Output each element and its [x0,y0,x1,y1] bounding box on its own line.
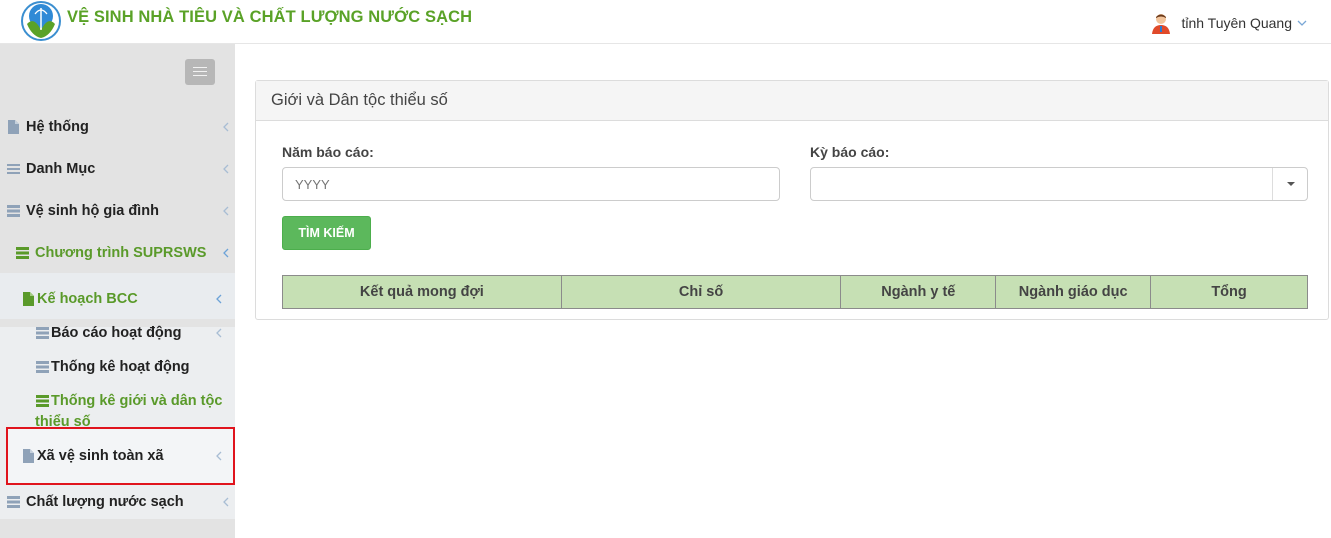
period-select[interactable] [810,167,1308,201]
chevron-left-icon [223,497,229,507]
app-title: VỆ SINH NHÀ TIÊU VÀ CHẤT LƯỢNG NƯỚC SẠCH [67,8,473,26]
server-icon [7,496,20,508]
chevron-left-icon [223,248,229,258]
chevron-left-icon [216,451,222,461]
period-label: Kỳ báo cáo: [810,144,890,160]
sidebar-item-ve-sinh-ho-gia-dinh[interactable]: Vệ sinh hộ gia đình [0,200,235,222]
sidebar-item-label: Thống kê hoạt động [51,359,190,375]
sidebar-item-label: Xã vệ sinh toàn xã [37,448,164,464]
file-icon [8,120,19,134]
sidebar-item-thong-ke-gioi-dan-toc-line2[interactable]: thiểu số [0,411,235,433]
file-icon [23,449,34,463]
report-panel: Giới và Dân tộc thiểu số Năm báo cáo: Kỳ… [255,80,1329,320]
sidebar-item-label: thiểu số [35,414,91,430]
server-icon [36,327,49,339]
server-icon [16,247,29,259]
sidebar-item-chuong-trinh-suprsws[interactable]: Chương trình SUPRSWS [0,242,235,264]
sidebar-item-label: Hệ thống [26,119,89,135]
sidebar-item-label: Thống kê giới và dân tộc [51,393,223,409]
top-header: VỆ SINH NHÀ TIÊU VÀ CHẤT LƯỢNG NƯỚC SẠCH… [0,0,1331,44]
sidebar-item-chat-luong-nuoc-sach[interactable]: Chất lượng nước sạch [0,491,235,513]
server-icon [7,205,20,217]
chevron-left-icon [223,206,229,216]
logo-icon [21,1,61,41]
sidebar-item-xa-ve-sinh-toan-xa[interactable]: Xã vệ sinh toàn xã [0,445,235,467]
list-icon [7,164,20,174]
column-header[interactable]: Tổng [1150,275,1308,309]
search-button[interactable]: TÌM KIẾM [282,216,371,250]
file-icon [23,292,34,306]
sidebar-item-label: Danh Mục [26,161,96,177]
user-avatar-icon [1152,14,1171,34]
column-header[interactable]: Ngành giáo dục [995,275,1152,309]
column-header[interactable]: Ngành y tế [840,275,997,309]
chevron-left-icon [216,328,222,338]
sidebar-toggle-button[interactable] [185,59,215,85]
sidebar-item-he-thong[interactable]: Hệ thống [0,116,235,138]
sidebar-item-danh-muc[interactable]: Danh Mục [0,158,235,180]
table-header-row: Kết quả mong đợi Chỉ số Ngành y tế Ngành… [282,275,1308,309]
user-menu[interactable]: tỉnh Tuyên Quang [1150,12,1307,34]
column-header[interactable]: Kết quả mong đợi [282,275,562,309]
year-label: Năm báo cáo: [282,144,374,160]
sidebar-item-label: Chất lượng nước sạch [26,494,184,510]
sidebar-item-thong-ke-hoat-dong[interactable]: Thống kê hoạt động [0,356,235,378]
chevron-left-icon [223,164,229,174]
sidebar-item-label: Chương trình SUPRSWS [35,245,207,261]
year-input[interactable] [282,167,780,201]
dropdown-arrow-icon[interactable] [1272,168,1307,200]
sidebar: Hệ thống Danh Mục Vệ sinh hộ gia đình Ch… [0,44,235,538]
sidebar-item-thong-ke-gioi-dan-toc[interactable]: Thống kê giới và dân tộc [0,390,235,412]
results-table: Kết quả mong đợi Chỉ số Ngành y tế Ngành… [282,275,1308,309]
sidebar-item-label: Kế hoạch BCC [37,291,138,307]
panel-title: Giới và Dân tộc thiểu số [256,81,1328,121]
server-icon [36,395,49,407]
chevron-left-icon [223,122,229,132]
column-header[interactable]: Chỉ số [560,275,842,309]
sidebar-item-label: Báo cáo hoạt động [51,325,182,341]
sidebar-item-label: Vệ sinh hộ gia đình [26,203,159,219]
chevron-left-icon [216,294,222,304]
sidebar-item-ke-hoach-bcc[interactable]: Kế hoạch BCC [0,288,235,310]
chevron-down-icon [1297,20,1307,26]
sidebar-item-bao-cao-hoat-dong[interactable]: Báo cáo hoạt động [0,322,235,344]
server-icon [36,361,49,373]
user-name: tỉnh Tuyên Quang [1181,15,1292,31]
